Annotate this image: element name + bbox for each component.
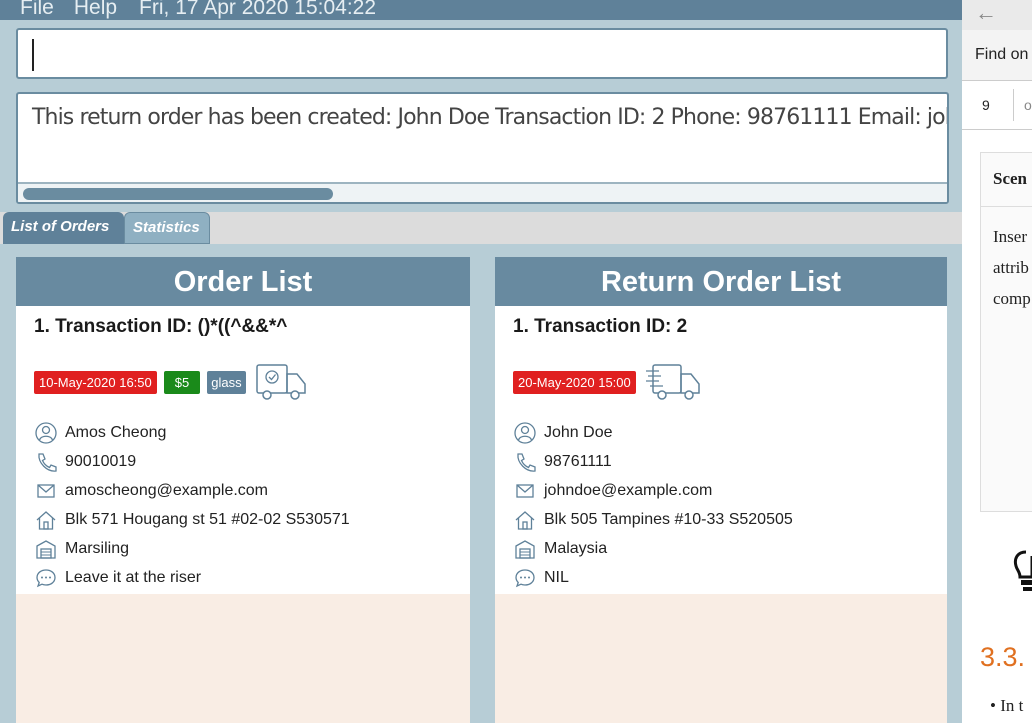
order-list-title: Order List	[16, 257, 470, 306]
scenario-heading: Scen	[981, 153, 1032, 207]
return-date-badge: 20-May-2020 15:00	[513, 371, 636, 394]
datetime-label: Fri, 17 Apr 2020 15:04:22	[139, 0, 376, 16]
result-display: This return order has been created: John…	[16, 92, 949, 204]
tab-statistics[interactable]: Statistics	[124, 212, 210, 244]
section-heading: 3.3.	[980, 642, 1025, 673]
email-icon	[514, 480, 536, 502]
return-order-list-panel: Return Order List 1. Transaction ID: 2 2…	[495, 257, 947, 723]
return-order-card[interactable]: 1. Transaction ID: 2 20-May-2020 15:00	[495, 306, 947, 594]
horizontal-scrollbar[interactable]	[18, 182, 947, 202]
find-bar: 9 o	[962, 80, 1032, 130]
warehouse-name: Marsiling	[65, 540, 129, 558]
warehouse-icon	[514, 538, 536, 560]
browser-toolbar: ←	[962, 0, 1032, 30]
phone-icon	[35, 451, 57, 473]
result-text: This return order has been created: John…	[32, 105, 949, 130]
tab-bar: List of Orders Statistics	[0, 212, 962, 244]
scrollbar-thumb[interactable]	[23, 188, 333, 200]
address-row: Blk 571 Hougang st 51 #02-02 S530571	[35, 505, 350, 534]
return-name-row: John Doe	[514, 418, 793, 447]
return-phone-row: 98761111	[514, 447, 793, 476]
email-row: amoscheong@example.com	[35, 476, 350, 505]
customer-name-row: Amos Cheong	[35, 418, 350, 447]
return-warehouse-name: Malaysia	[544, 540, 607, 558]
return-address: Blk 505 Tampines #10-33 S520505	[544, 511, 793, 529]
phone-row: 90010019	[35, 447, 350, 476]
order-card[interactable]: 1. Transaction ID: ()*((^&&*^ 10-May-202…	[16, 306, 470, 594]
menu-file[interactable]: File	[20, 0, 54, 16]
order-fields: Amos Cheong 90010019 amoscheong@example.…	[35, 418, 350, 592]
app-window: File Help Fri, 17 Apr 2020 15:04:22 This…	[0, 0, 962, 723]
command-input[interactable]	[16, 28, 948, 79]
return-truck-icon	[645, 362, 701, 402]
return-warehouse-row: Malaysia	[514, 534, 793, 563]
return-address-row: Blk 505 Tampines #10-33 S520505	[514, 505, 793, 534]
return-phone-number: 98761111	[544, 453, 612, 471]
return-badges: 20-May-2020 15:00	[513, 362, 701, 402]
email-icon	[35, 480, 57, 502]
phone-number: 90010019	[65, 453, 136, 471]
comment-icon	[514, 567, 536, 589]
order-comment: Leave it at the riser	[65, 569, 201, 587]
phone-icon	[514, 451, 536, 473]
document-page: Scen Inser attrib comp 3.3. • In t	[962, 130, 1032, 723]
return-fields: John Doe 98761111 johndoe@example.com Bl…	[514, 418, 793, 592]
warehouse-row: Marsiling	[35, 534, 350, 563]
person-icon	[514, 422, 536, 444]
scenario-line: Inser	[993, 221, 1032, 252]
delivery-date-badge: 10-May-2020 16:50	[34, 371, 157, 394]
return-email-row: johndoe@example.com	[514, 476, 793, 505]
return-transaction-title: 1. Transaction ID: 2	[513, 316, 687, 338]
email-address: amoscheong@example.com	[65, 482, 268, 500]
lightbulb-icon	[1012, 550, 1032, 598]
order-badges: 10-May-2020 16:50 $5 glass	[34, 362, 307, 402]
scenario-line: attrib	[993, 252, 1032, 283]
return-comment-row: NIL	[514, 563, 793, 592]
menu-bar: File Help Fri, 17 Apr 2020 15:04:22	[0, 0, 962, 20]
home-icon	[514, 509, 536, 531]
warehouse-icon	[35, 538, 57, 560]
browser-window-partial: ← Find on 9 o Scen Inser attrib comp 3.3…	[962, 0, 1032, 723]
back-arrow-icon[interactable]: ←	[975, 0, 997, 26]
home-icon	[35, 509, 57, 531]
bullet-text: • In t	[990, 696, 1023, 716]
price-badge: $5	[164, 371, 200, 394]
find-suffix: o	[1024, 97, 1032, 113]
item-tag-badge: glass	[207, 371, 245, 394]
delivery-address: Blk 571 Hougang st 51 #02-02 S530571	[65, 511, 350, 529]
delivered-truck-icon	[255, 362, 307, 402]
main-content: Order List 1. Transaction ID: ()*((^&&*^…	[0, 244, 962, 723]
person-icon	[35, 422, 57, 444]
tab-list-of-orders[interactable]: List of Orders	[3, 212, 124, 244]
return-order-list-title: Return Order List	[495, 257, 947, 306]
order-transaction-title: 1. Transaction ID: ()*((^&&*^	[34, 316, 287, 338]
find-on-page-label: Find on	[975, 46, 1028, 64]
scenario-body: Inser attrib comp	[981, 207, 1032, 314]
return-comment: NIL	[544, 569, 569, 587]
menu-help[interactable]: Help	[74, 0, 117, 16]
find-input[interactable]: 9	[974, 89, 1014, 121]
customer-name: Amos Cheong	[65, 424, 166, 442]
return-email-address: johndoe@example.com	[544, 482, 712, 500]
comment-icon	[35, 567, 57, 589]
order-list-panel: Order List 1. Transaction ID: ()*((^&&*^…	[16, 257, 470, 723]
comment-row: Leave it at the riser	[35, 563, 350, 592]
return-customer-name: John Doe	[544, 424, 613, 442]
scenario-box: Scen Inser attrib comp	[980, 152, 1032, 512]
scenario-line: comp	[993, 283, 1032, 314]
text-caret	[32, 39, 34, 71]
